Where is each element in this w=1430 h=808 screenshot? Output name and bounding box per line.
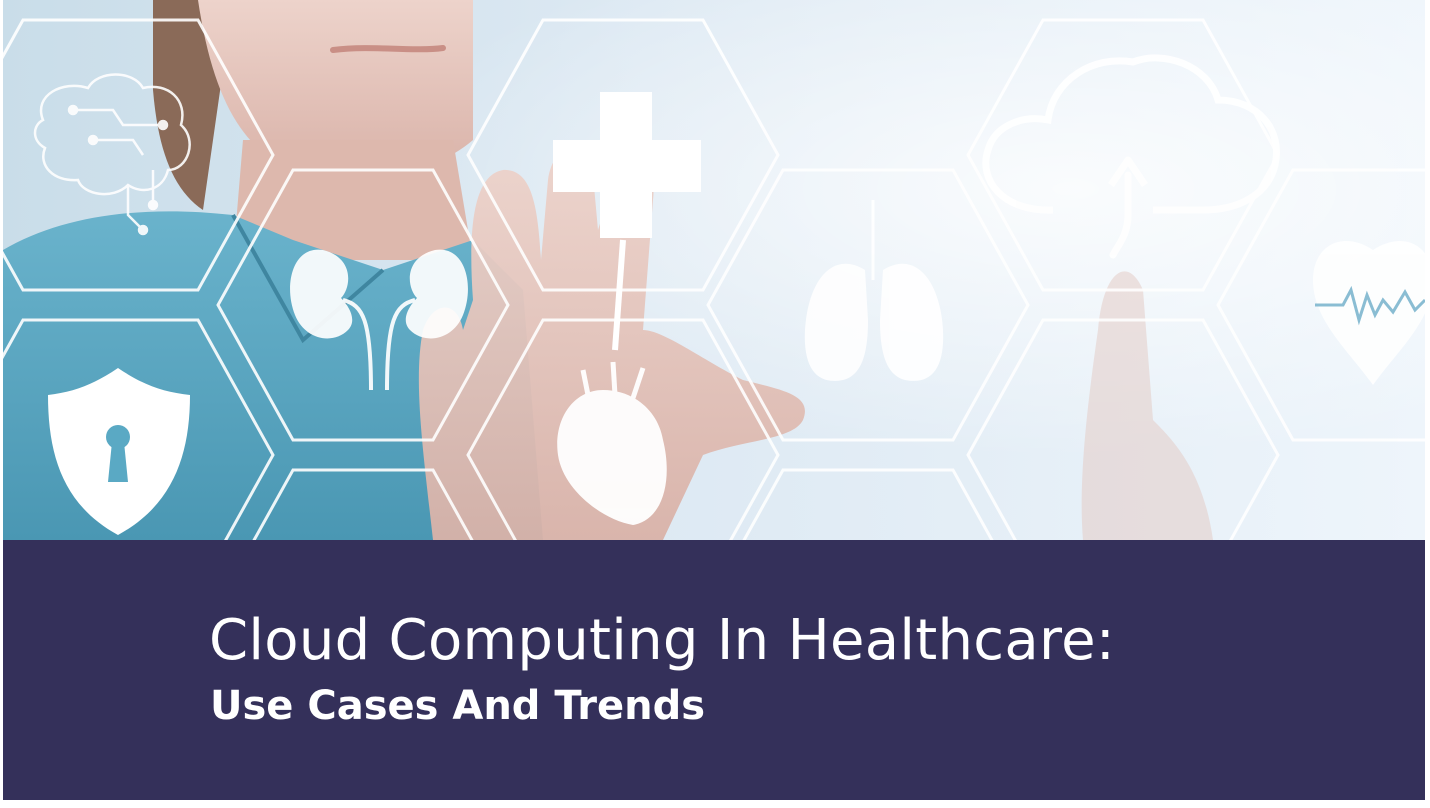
- page-title: Cloud Computing In Healthcare:: [209, 608, 1115, 673]
- hero-image: [3, 0, 1425, 540]
- page-subtitle: Use Cases And Trends: [210, 683, 706, 729]
- page-frame: Cloud Computing In Healthcare: Use Cases…: [3, 0, 1425, 800]
